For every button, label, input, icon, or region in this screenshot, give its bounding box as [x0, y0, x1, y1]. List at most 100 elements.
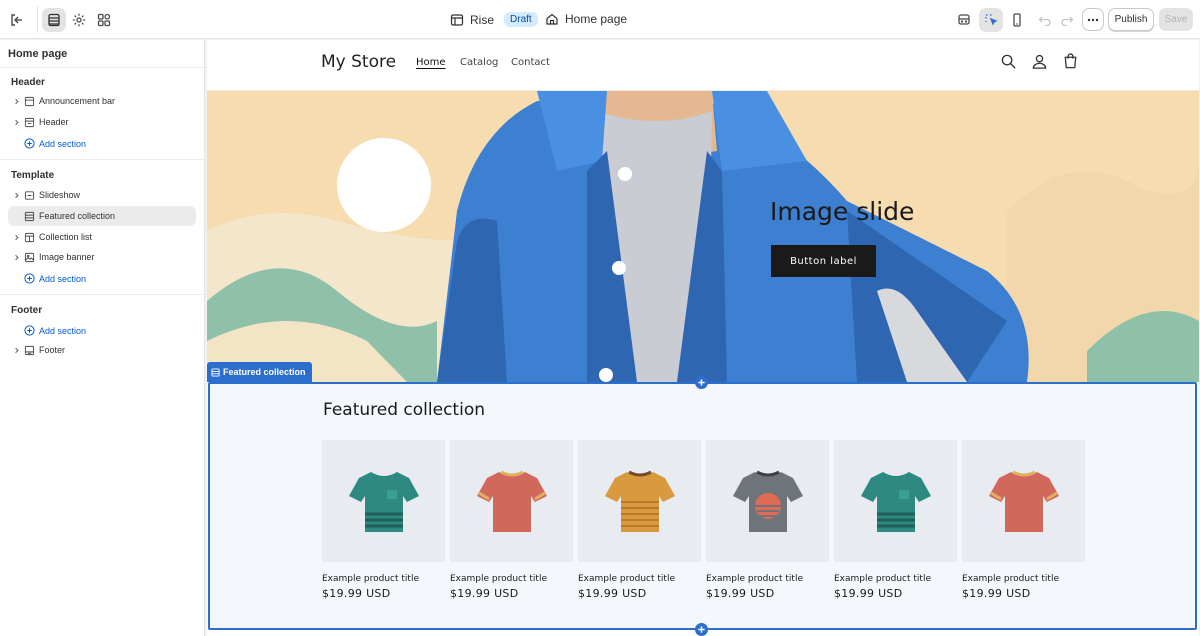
publish-button[interactable]: Publish — [1108, 8, 1154, 31]
theme-settings-button[interactable] — [67, 8, 91, 32]
slideshow-section[interactable]: Image slide Button label — [207, 91, 1199, 382]
group-title-template: Template — [11, 170, 55, 181]
apps-button[interactable] — [92, 8, 116, 32]
plus-circle-icon — [24, 273, 35, 284]
product-price: $19.99 USD — [578, 587, 647, 600]
tshirt-icon — [988, 470, 1059, 532]
product-image[interactable] — [578, 440, 701, 562]
exit-button[interactable] — [5, 8, 29, 32]
sections-icon — [48, 13, 60, 27]
inspector-button[interactable] — [952, 8, 976, 32]
add-section-below-button[interactable] — [695, 623, 708, 636]
save-button[interactable]: Save — [1159, 8, 1193, 31]
add-section-link[interactable]: Add section — [24, 138, 86, 149]
gear-icon — [72, 13, 86, 27]
sections-button[interactable] — [42, 8, 66, 32]
sidebar-item-footer[interactable]: Footer — [8, 340, 196, 360]
section-icon — [24, 232, 35, 242]
undo-icon — [1038, 16, 1051, 27]
chevron-right-icon — [15, 347, 19, 353]
section-icon — [24, 211, 35, 221]
add-section-label: Add section — [39, 325, 87, 336]
store-preview: My Store Home Catalog Contact Image slid… — [207, 40, 1199, 636]
product-price: $19.99 USD — [706, 587, 775, 600]
sidebar-item-featured-collection[interactable]: Featured collection — [8, 206, 196, 226]
product-image[interactable] — [706, 440, 829, 562]
select-element-button[interactable] — [979, 8, 1003, 32]
account-icon[interactable] — [1031, 53, 1048, 70]
tshirt-icon — [476, 470, 547, 532]
group-title-footer: Footer — [11, 305, 43, 316]
product-title[interactable]: Example product title — [578, 574, 701, 584]
section-tag-label: Featured collection — [223, 367, 306, 377]
plus-circle-icon — [24, 325, 35, 336]
theme-selector[interactable]: Rise Draft — [450, 12, 538, 27]
sidebar-item-label: Slideshow — [39, 190, 81, 200]
product-card[interactable]: Example product title $19.99 USD — [706, 440, 829, 600]
chevron-right-icon — [15, 234, 19, 240]
product-price: $19.99 USD — [962, 587, 1031, 600]
product-card[interactable]: Example product title $19.99 USD — [834, 440, 957, 600]
sidebar-item-announcement-bar[interactable]: Announcement bar — [8, 91, 196, 111]
add-section-above-button[interactable] — [695, 376, 708, 389]
add-section-link[interactable]: Add section — [24, 273, 86, 284]
section-icon — [211, 367, 220, 377]
product-card[interactable]: Example product title $19.99 USD — [578, 440, 701, 600]
home-icon — [546, 13, 558, 25]
exit-icon — [11, 14, 22, 26]
redo-button[interactable] — [1055, 8, 1079, 32]
product-image[interactable] — [962, 440, 1085, 562]
product-image[interactable] — [322, 440, 445, 562]
hero-title: Image slide — [770, 197, 915, 226]
chevron-right-icon — [15, 192, 19, 198]
product-card[interactable]: Example product title $19.99 USD — [450, 440, 573, 600]
sidebar-item-image-banner[interactable]: Image banner — [8, 247, 196, 267]
product-image[interactable] — [834, 440, 957, 562]
featured-collection-section[interactable]: Featured collection Example product titl… — [208, 382, 1197, 630]
page-selector[interactable]: Home page — [545, 12, 627, 26]
sidebar-item-header[interactable]: Header — [8, 112, 196, 132]
undo-button[interactable] — [1033, 8, 1057, 32]
plus-circle-icon — [24, 138, 35, 149]
product-image[interactable] — [450, 440, 573, 562]
sidebar-item-collection-list[interactable]: Collection list — [8, 227, 196, 247]
add-section-link[interactable]: Add section — [24, 325, 86, 336]
theme-icon — [450, 13, 464, 26]
redo-icon — [1061, 16, 1074, 27]
more-icon — [1087, 18, 1099, 21]
apps-icon — [97, 13, 111, 27]
cart-icon[interactable] — [1062, 53, 1079, 70]
search-icon[interactable] — [1000, 53, 1017, 70]
product-title[interactable]: Example product title — [962, 574, 1085, 584]
nav-link-catalog[interactable]: Catalog — [460, 57, 498, 68]
store-logo-text[interactable]: My Store — [321, 52, 396, 72]
group-title-header: Header — [11, 77, 45, 88]
more-actions-button[interactable] — [1082, 8, 1104, 31]
product-title[interactable]: Example product title — [322, 574, 445, 584]
section-icon — [24, 96, 35, 106]
divider — [37, 6, 38, 33]
nav-link-contact[interactable]: Contact — [511, 57, 550, 68]
sidebar-item-label: Header — [39, 117, 69, 127]
product-price: $19.99 USD — [834, 587, 903, 600]
section-icon — [24, 117, 35, 127]
product-card[interactable]: Example product title $19.99 USD — [322, 440, 445, 600]
store-header[interactable]: My Store Home Catalog Contact — [207, 40, 1199, 91]
product-title[interactable]: Example product title — [706, 574, 829, 584]
tshirt-icon — [732, 470, 803, 532]
sidebar-item-slideshow[interactable]: Slideshow — [8, 185, 196, 205]
hero-button[interactable]: Button label — [771, 245, 876, 277]
product-title[interactable]: Example product title — [834, 574, 957, 584]
editor-topbar: Rise Draft Home page Publish Save — [0, 0, 1200, 39]
theme-name: Rise — [470, 12, 495, 27]
sidebar-item-label: Collection list — [39, 232, 93, 242]
product-title[interactable]: Example product title — [450, 574, 573, 584]
selected-section-tag[interactable]: Featured collection — [207, 362, 312, 382]
product-card[interactable]: Example product title $19.99 USD — [962, 440, 1085, 600]
slideshow-icon — [24, 190, 35, 200]
tshirt-icon — [348, 472, 419, 532]
nav-link-home[interactable]: Home — [416, 57, 446, 68]
device-preview-button[interactable] — [1005, 8, 1029, 32]
sidebar-item-label: Announcement bar — [39, 96, 116, 106]
page-name: Home page — [565, 12, 628, 26]
